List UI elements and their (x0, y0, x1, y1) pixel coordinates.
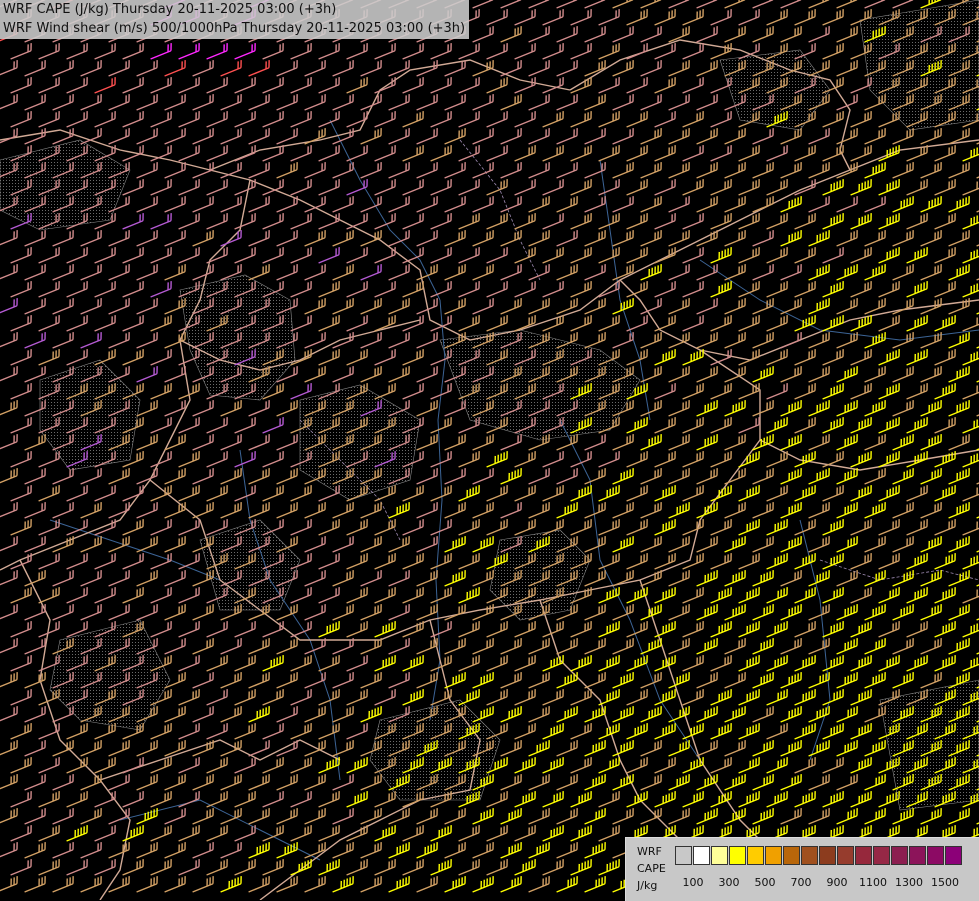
legend-swatch (801, 846, 818, 865)
map-title-box: WRF CAPE (J/kg) Thursday 20-11-2025 03:0… (0, 0, 470, 39)
legend-tick-label: 500 (754, 876, 776, 889)
legend-tick-label: 100 (682, 876, 704, 889)
legend-swatch (711, 846, 728, 865)
legend-swatch (819, 846, 836, 865)
legend-swatches (675, 846, 963, 865)
legend-swatch (945, 846, 962, 865)
legend-tick-label: 1300 (895, 876, 923, 889)
legend-swatch (909, 846, 926, 865)
legend-swatch (693, 846, 710, 865)
legend-swatch (765, 846, 782, 865)
legend-swatch (783, 846, 800, 865)
legend-swatch (873, 846, 890, 865)
legend-swatch (747, 846, 764, 865)
legend-tick-label: 1100 (859, 876, 887, 889)
cape-title: WRF CAPE (J/kg) Thursday 20-11-2025 03:0… (3, 2, 337, 17)
legend-tick-label: 700 (790, 876, 812, 889)
legend-swatch (891, 846, 908, 865)
legend-swatch (927, 846, 944, 865)
legend-tick-label: 900 (826, 876, 848, 889)
legend-swatch (855, 846, 872, 865)
cape-legend: WRF CAPE J/kg 100 300 500 700 900 1100 1300 150… (625, 837, 979, 901)
legend-label-wrf: WRF (637, 845, 662, 858)
map-canvas (0, 0, 979, 900)
legend-tick-label: 1500 (931, 876, 959, 889)
legend-swatch (837, 846, 854, 865)
legend-tick-label: 300 (718, 876, 740, 889)
legend-label-cape: CAPE (637, 862, 666, 875)
legend-swatch (729, 846, 746, 865)
wind-shear-title: WRF Wind shear (m/s) 500/1000hPa Thursda… (3, 21, 466, 36)
legend-ticks: 100 300 500 700 900 1100 1300 1500 (626, 876, 979, 890)
legend-swatch (675, 846, 692, 865)
